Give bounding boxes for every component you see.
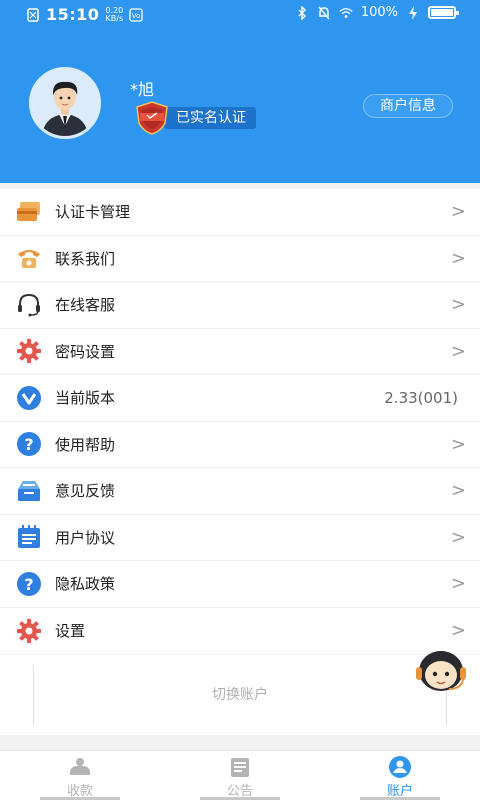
verified-badge: 已实名认证 (134, 101, 256, 135)
menu-label: 设置 (55, 622, 86, 641)
chevron-right-icon: > (450, 526, 466, 548)
status-bar: 15:10 0.20 KB/s Vo 100% (0, 0, 480, 30)
headset-icon (16, 292, 42, 318)
profile-header: 15:10 0.20 KB/s Vo 100% *旭 已实名认证 商户信息 (0, 0, 480, 183)
menu-item-feedback[interactable]: 意见反馈 > (0, 468, 480, 515)
menu-item-user-agreement[interactable]: 用户协议 > (0, 515, 480, 561)
volte-icon: Vo (129, 7, 143, 22)
chevron-right-icon: > (450, 480, 466, 502)
agreement-icon (16, 524, 42, 550)
svg-text:?: ? (24, 435, 33, 454)
chevron-right-icon: > (450, 247, 466, 269)
menu-label: 用户协议 (55, 528, 116, 547)
menu-item-privacy-policy[interactable]: ? 隐私政策 > (0, 561, 480, 608)
notice-icon (228, 755, 252, 779)
menu-item-password-settings[interactable]: 密码设置 > (0, 329, 480, 375)
menu-label: 使用帮助 (55, 435, 116, 454)
gear-icon (16, 338, 42, 364)
menu-item-contact-us[interactable]: 联系我们 > (0, 236, 480, 282)
phone-icon (16, 245, 42, 271)
merchant-info-button[interactable]: 商户信息 (363, 94, 453, 118)
bottom-tab-bar: 收款 公告 账户 (0, 750, 480, 800)
speed-unit: KB/s (105, 13, 124, 23)
chevron-right-icon: > (450, 573, 466, 595)
version-icon (16, 385, 42, 411)
network-speed: 0.20 KB/s (105, 6, 124, 23)
chevron-right-icon: > (450, 620, 466, 642)
battery-percent: 100% (360, 5, 398, 20)
menu-label: 意见反馈 (55, 482, 116, 501)
tab-notice[interactable]: 公告 (160, 751, 320, 800)
svg-text:Vo: Vo (132, 12, 141, 20)
menu-item-online-service[interactable]: 在线客服 > (0, 282, 480, 329)
tab-collect[interactable]: 收款 (0, 751, 160, 800)
account-icon (388, 755, 412, 779)
card-icon (16, 199, 42, 225)
menu-label: 当前版本 (55, 389, 116, 408)
menu-item-current-version: 当前版本 2.33(001) (0, 375, 480, 422)
verified-text: 已实名认证 (164, 107, 256, 129)
menu-item-help[interactable]: ? 使用帮助 > (0, 422, 480, 468)
version-value: 2.33(001) (384, 388, 458, 407)
avatar[interactable] (29, 67, 101, 139)
menu-item-card-management[interactable]: 认证卡管理 > (0, 189, 480, 236)
chevron-right-icon: > (450, 340, 466, 362)
menu-label: 在线客服 (55, 296, 116, 315)
settings-icon (16, 618, 42, 644)
chevron-right-icon: > (450, 294, 466, 316)
mute-icon (317, 6, 331, 20)
menu-label: 密码设置 (55, 342, 116, 361)
account-page: 15:10 0.20 KB/s Vo 100% *旭 已实名认证 商户信息 认证… (0, 0, 480, 800)
help-icon: ? (16, 431, 42, 457)
menu-label: 认证卡管理 (55, 203, 131, 222)
customer-service-float-button[interactable] (413, 645, 469, 695)
charging-icon (406, 5, 420, 20)
settings-menu: 认证卡管理 > 联系我们 > 在线客服 > 密码设置 > 当前版本 2.33(0… (0, 189, 480, 654)
wifi-icon (339, 6, 353, 20)
sim-icon (26, 7, 40, 22)
bluetooth-icon (295, 5, 309, 20)
chevron-right-icon: > (450, 201, 466, 223)
username: *旭 (130, 80, 155, 99)
menu-label: 联系我们 (55, 249, 116, 268)
feedback-icon (16, 478, 42, 504)
menu-item-settings[interactable]: 设置 > (0, 608, 480, 655)
tab-account[interactable]: 账户 (320, 751, 480, 800)
verified-shield-icon (134, 101, 170, 135)
menu-label: 隐私政策 (55, 575, 116, 594)
privacy-icon: ? (16, 571, 42, 597)
switch-account-area: 切换账户 (0, 655, 480, 735)
battery-fill (431, 9, 453, 16)
svg-text:?: ? (24, 575, 33, 594)
status-time: 15:10 (46, 5, 100, 24)
chevron-right-icon: > (450, 433, 466, 455)
switch-account-button[interactable]: 切换账户 (33, 665, 447, 725)
battery-icon (428, 6, 459, 19)
collect-icon (68, 755, 92, 779)
